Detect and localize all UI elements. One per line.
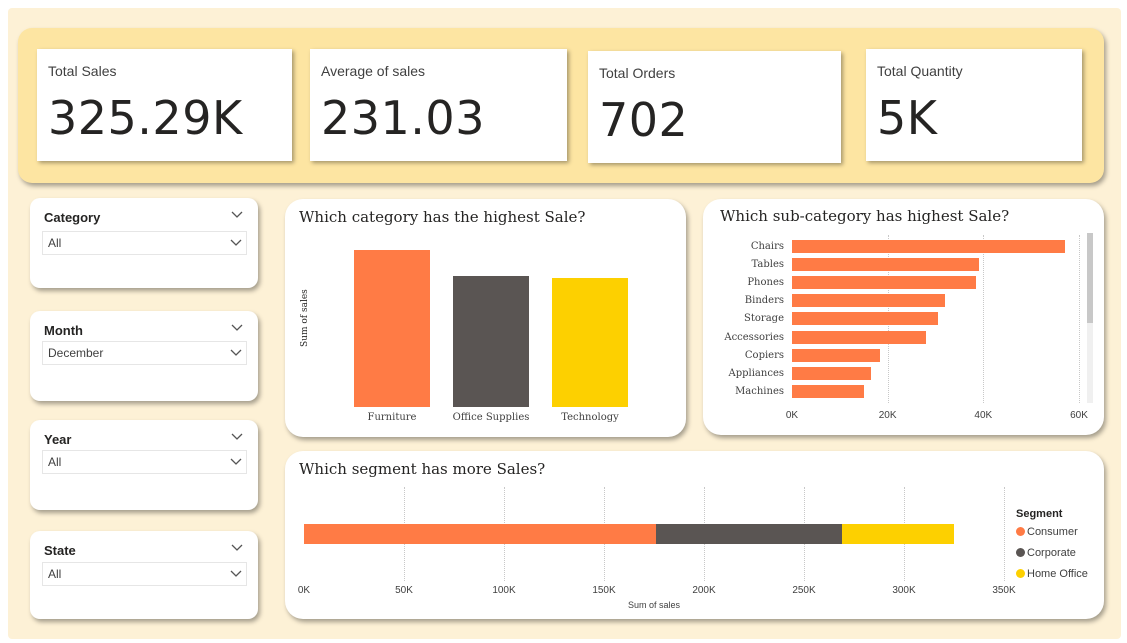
x-tick-label: 20K	[878, 410, 897, 421]
chevron-down-icon	[230, 458, 242, 465]
slicer-title: State	[44, 543, 76, 558]
x-tick-label: 150K	[592, 585, 616, 596]
chevron-down-icon[interactable]	[230, 321, 244, 335]
gridline	[1079, 235, 1080, 403]
kpi-card-total-sales[interactable]: Total Sales 325.29K	[37, 49, 292, 161]
bar-copiers[interactable]	[792, 348, 881, 362]
segment-bar-corporate[interactable]	[656, 524, 842, 544]
bar-office-supplies[interactable]	[453, 275, 529, 407]
x-tick-label: 300K	[892, 585, 916, 596]
x-tick-label: 60K	[1070, 410, 1088, 421]
kpi-value: 5K	[877, 91, 938, 145]
subcategory-label: Chairs	[750, 241, 784, 252]
subcategory-label: Phones	[747, 277, 784, 289]
segment-bar-home-office[interactable]	[842, 524, 954, 544]
legend-item-consumer[interactable]: Consumer	[1016, 526, 1078, 538]
subcategory-chart-panel: Which sub-category has highest Sale? 0K 2…	[703, 199, 1104, 435]
kpi-label: Total Sales	[48, 63, 117, 79]
y-axis-title: Sum of sales	[300, 289, 310, 347]
chevron-down-icon[interactable]	[230, 430, 244, 444]
kpi-card-average-sales[interactable]: Average of sales 231.03	[310, 49, 567, 161]
bar-storage[interactable]	[792, 312, 938, 326]
subcategory-label: Storage	[744, 313, 784, 325]
chart-title: Which segment has more Sales?	[299, 460, 546, 478]
chart-title: Which sub-category has highest Sale?	[720, 207, 1010, 225]
bar-technology[interactable]	[552, 278, 628, 407]
bar-furniture[interactable]	[354, 250, 430, 407]
x-tick-label: 50K	[395, 585, 413, 596]
subcategory-label: Machines	[735, 385, 784, 397]
subcategory-label: Tables	[751, 259, 784, 271]
bar-accessories[interactable]	[792, 330, 926, 344]
gridline	[1004, 487, 1005, 581]
x-tick-label: 0K	[297, 585, 311, 596]
chevron-down-icon[interactable]	[230, 208, 244, 222]
dropdown-value: December	[48, 346, 104, 360]
subcategory-label: Binders	[744, 295, 784, 307]
x-tick-label: 200K	[692, 585, 716, 596]
dropdown-value: All	[48, 455, 62, 469]
subcategory-label: Copiers	[744, 349, 784, 361]
slicer-title: Year	[44, 432, 72, 447]
category-tick-label: Office Supplies	[452, 412, 530, 423]
segment-bar-consumer[interactable]	[304, 524, 656, 544]
slicer-month: Month December	[30, 311, 258, 401]
bar-appliances[interactable]	[792, 366, 871, 380]
category-chart-panel: Which category has the highest Sale? Sum…	[285, 199, 686, 437]
slicer-title: Month	[44, 323, 83, 338]
chevron-down-icon[interactable]	[230, 541, 244, 555]
slicer-year: Year All	[30, 420, 258, 510]
dropdown-value: All	[48, 236, 62, 250]
kpi-label: Total Orders	[599, 65, 676, 81]
state-dropdown[interactable]: All	[42, 562, 247, 586]
year-dropdown[interactable]: All	[42, 450, 247, 474]
bar-chairs[interactable]	[792, 240, 1065, 253]
x-axis-title: Sum of sales	[627, 600, 681, 610]
x-tick-label: 250K	[792, 585, 816, 596]
category-tick-label: Furniture	[367, 412, 417, 423]
segment-chart-panel: Which segment has more Sales? Segment 0K…	[285, 451, 1104, 619]
gridline	[983, 235, 985, 403]
x-tick-label: 0K	[785, 410, 799, 421]
chevron-down-icon	[230, 239, 242, 246]
kpi-value: 325.29K	[48, 91, 243, 145]
kpi-card-total-quantity[interactable]: Total Quantity 5K	[866, 49, 1082, 161]
bar-machines[interactable]	[792, 384, 864, 398]
slicer-title: Category	[44, 210, 101, 225]
scrollbar-thumb[interactable]	[1087, 233, 1093, 323]
slicer-category: Category All	[30, 198, 258, 288]
kpi-card-total-orders[interactable]: Total Orders 702	[588, 51, 841, 163]
bar-phones[interactable]	[792, 276, 977, 290]
subcategory-label: Appliances	[728, 367, 784, 379]
legend-label: Home Office	[1027, 568, 1088, 580]
kpi-value: 702	[599, 93, 689, 147]
month-dropdown[interactable]: December	[42, 341, 247, 365]
legend-dot-icon	[1016, 527, 1025, 536]
category-dropdown[interactable]: All	[42, 231, 247, 255]
legend-dot-icon	[1016, 548, 1025, 557]
kpi-value: 231.03	[321, 91, 485, 145]
legend-label: Consumer	[1027, 526, 1078, 538]
legend-dot-icon	[1016, 569, 1025, 578]
legend-title: Segment	[1016, 508, 1063, 520]
bar-binders[interactable]	[792, 294, 946, 308]
chevron-down-icon	[230, 570, 242, 577]
x-tick-label: 40K	[974, 410, 993, 421]
kpi-label: Total Quantity	[877, 63, 963, 79]
bar-tables[interactable]	[792, 258, 979, 272]
category-tick-label: Technology	[561, 412, 619, 423]
subcategory-label: Accessories	[724, 331, 784, 343]
legend-item-home-office[interactable]: Home Office	[1016, 568, 1088, 580]
x-tick-label: 350K	[992, 585, 1016, 596]
x-tick-label: 100K	[492, 585, 516, 596]
legend-item-corporate[interactable]: Corporate	[1016, 547, 1076, 559]
dropdown-value: All	[48, 567, 62, 581]
chevron-down-icon	[230, 349, 242, 356]
kpi-label: Average of sales	[321, 63, 426, 79]
legend-label: Corporate	[1027, 547, 1076, 559]
slicer-state: State All	[30, 531, 258, 619]
chart-title: Which category has the highest Sale?	[299, 208, 586, 226]
